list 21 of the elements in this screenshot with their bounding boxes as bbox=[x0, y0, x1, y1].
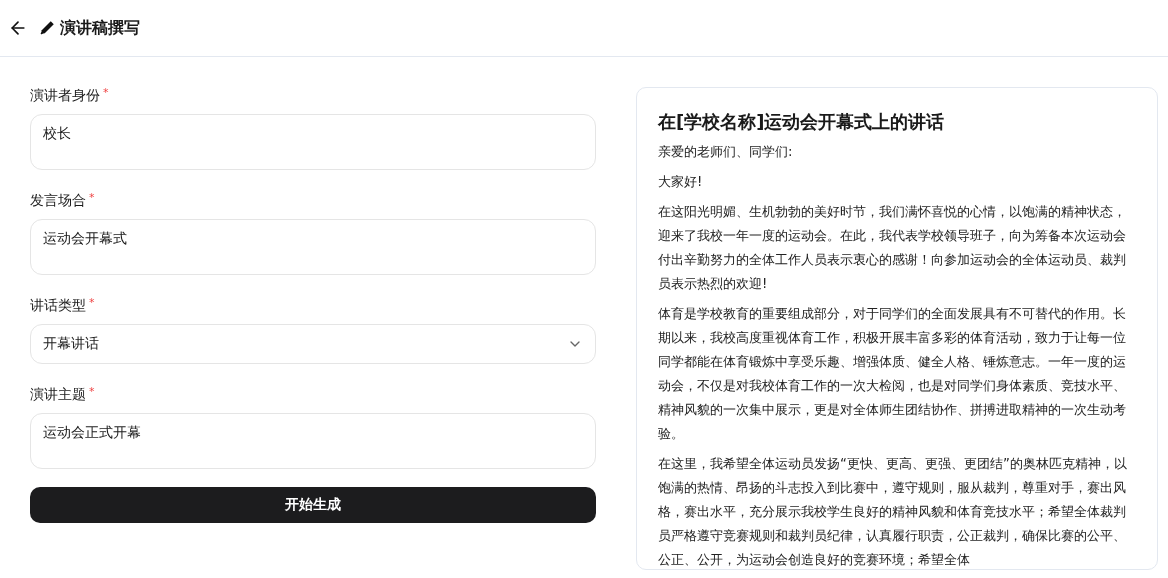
required-mark: * bbox=[89, 386, 95, 397]
required-mark: * bbox=[103, 87, 109, 98]
field-label: 演讲主题 bbox=[30, 386, 86, 404]
speech-paragraph: 大家好! bbox=[658, 173, 704, 191]
field-label: 讲话类型 bbox=[30, 297, 86, 315]
speech-paragraph: 亲爱的老师们、同学们: bbox=[658, 143, 794, 161]
pencil-icon bbox=[38, 19, 56, 37]
field-label: 发言场合 bbox=[30, 192, 86, 210]
generate-button[interactable]: 开始生成 bbox=[30, 487, 596, 523]
input-field[interactable]: 校长 bbox=[30, 114, 596, 170]
speech-paragraph: 在这里，我希望全体运动员发扬“更快、更高、更强、更团结”的奥林匹克精神，以饱满的热情、昂扬的斗志投入到比赛中，遵守规则，服从裁判，尊重对手，赛出风格，赛出水平，充分展示我校学生良好的精神风貌和体育竞技水平；希望全体裁判员严格遵守竞赛规则和裁判员纪律，认真履行职责，公正裁判，确保比赛的公平、公正、公开，为运动会创造良好的竞赛环境；希望全体 bbox=[658, 455, 1128, 569]
input-field[interactable]: 运动会开幕式 bbox=[30, 219, 596, 275]
required-mark: * bbox=[89, 297, 95, 308]
page-title: 演讲稿撰写 bbox=[60, 17, 140, 39]
select-field[interactable]: 开幕讲话 bbox=[30, 324, 596, 364]
speech-title: 在[学校名称]运动会开幕式上的讲话 bbox=[658, 110, 946, 134]
speech-paragraph: 体育是学校教育的重要组成部分，对于同学们的全面发展具有不可替代的作用。长期以来，我校高度重视体育工作，积极开展丰富多彩的体育活动，致力于让每一位同学都能在体育锻炼中享受乐趣、增强体质、健全人格、锤炼意志。一年一度的运动会，不仅是对我校体育工作的一次大检阅，也是对同学们身体素质、竞技水平、精神风貌的一次集中展示，更是对全体师生团结协作、拼搏进取精神的一次生动考验。 bbox=[658, 305, 1127, 443]
input-field[interactable]: 运动会正式开幕 bbox=[30, 413, 596, 469]
required-mark: * bbox=[89, 192, 95, 203]
speech-paragraph: 在这阳光明媚、生机勃勃的美好时节，我们满怀喜悦的心情，以饱满的精神状态，迎来了我校一年一度的运动会。在此，我代表学校领导班子，向为筹备本次运动会付出辛勤努力的全体工作人员表示衷心的感谢！向参加运动会的全体运动员、裁判员表示热烈的欢迎! bbox=[658, 203, 1127, 293]
field-label: 演讲者身份 bbox=[30, 87, 100, 105]
